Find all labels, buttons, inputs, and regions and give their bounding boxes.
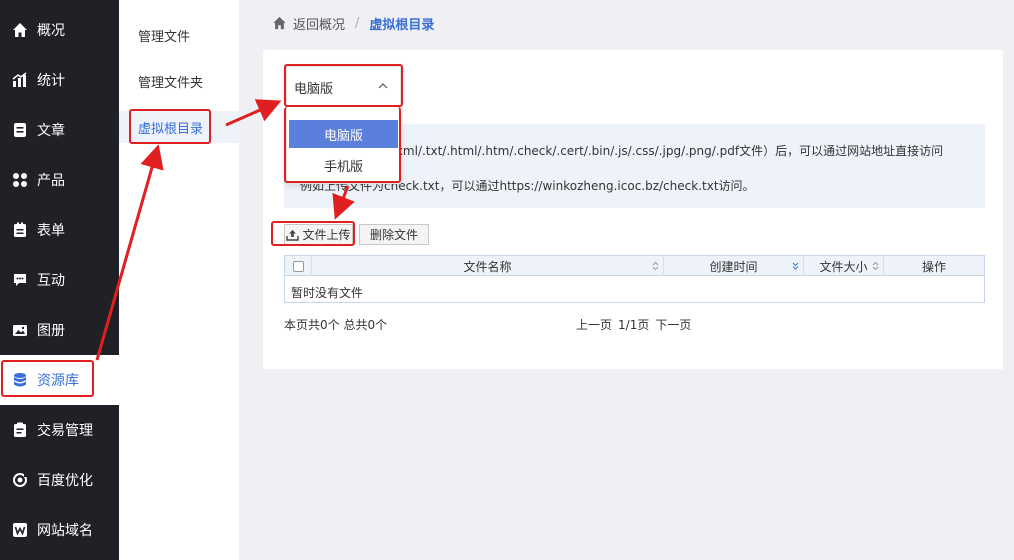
- select-all-checkbox[interactable]: [292, 260, 304, 272]
- nav-item-resources[interactable]: 资源库: [0, 355, 119, 405]
- select-all-cell: [285, 256, 312, 276]
- version-select-value: 电脑版: [294, 81, 334, 97]
- sort-icon: [872, 261, 879, 271]
- nav-label: 互动: [37, 273, 65, 289]
- main-sidebar: 概况 统计 文章 产品 表单 互动 图册 资源库 交易管理 百度优化 网站域名: [0, 0, 119, 560]
- sort-desc-icon: [792, 262, 799, 270]
- column-label: 创建时间: [709, 259, 758, 274]
- delete-file-button[interactable]: 删除文件: [359, 224, 429, 245]
- column-header-size[interactable]: 文件大小: [804, 256, 884, 276]
- option-mobile[interactable]: 手机版: [289, 151, 398, 179]
- column-label: 文件名称: [463, 259, 512, 274]
- seo-icon: [12, 472, 28, 488]
- pager: 上一页 1/1页 下一页: [576, 316, 691, 333]
- nav-item-forms[interactable]: 表单: [0, 205, 119, 255]
- stats-icon: [12, 72, 28, 88]
- nav-item-stats[interactable]: 统计: [0, 55, 119, 105]
- breadcrumb-separator: /: [355, 15, 360, 31]
- nav-label: 网站域名: [37, 523, 93, 539]
- nav-item-domain[interactable]: 网站域名: [0, 505, 119, 555]
- nav-label: 表单: [37, 223, 65, 239]
- prev-page-link[interactable]: 上一页: [576, 316, 612, 333]
- column-header-filename[interactable]: 文件名称: [312, 256, 664, 276]
- column-label: 操作: [921, 259, 946, 274]
- nav-item-products[interactable]: 产品: [0, 155, 119, 205]
- home-icon: [12, 22, 28, 38]
- nav-item-articles[interactable]: 文章: [0, 105, 119, 155]
- home-icon: [273, 16, 286, 30]
- version-select[interactable]: 电脑版: [287, 67, 400, 107]
- page-title: 虚拟根目录: [369, 17, 435, 33]
- nav-item-trade[interactable]: 交易管理: [0, 405, 119, 455]
- nav-item-seo[interactable]: 百度优化: [0, 455, 119, 505]
- sort-icon: [652, 261, 659, 271]
- chat-icon: [12, 272, 28, 288]
- empty-table-message: 暂时没有文件: [291, 286, 364, 300]
- column-header-created[interactable]: 创建时间: [664, 256, 804, 276]
- album-icon: [12, 322, 28, 338]
- nav-label: 交易管理: [37, 423, 93, 439]
- file-table: 文件名称 创建时间 文件大小 操作 暂时没有文件: [284, 255, 985, 303]
- column-label: 文件大小: [819, 259, 868, 274]
- page-indicator: 1/1页: [618, 318, 650, 332]
- domain-icon: [12, 522, 28, 538]
- nav-label: 文章: [37, 123, 65, 139]
- upload-file-label: 文件上传: [302, 228, 351, 242]
- upload-file-button[interactable]: 文件上传: [284, 224, 353, 245]
- table-header: 文件名称 创建时间 文件大小 操作: [285, 256, 984, 276]
- grid-icon: [12, 172, 28, 188]
- column-header-actions: 操作: [884, 256, 984, 276]
- nav-label: 百度优化: [37, 473, 93, 489]
- subnav-item-virtual-root[interactable]: 虚拟根目录: [119, 111, 239, 143]
- nav-label: 产品: [37, 173, 65, 189]
- nav-item-interaction[interactable]: 互动: [0, 255, 119, 305]
- article-icon: [12, 122, 28, 138]
- version-dropdown[interactable]: 电脑版 电脑版 手机版: [286, 66, 401, 184]
- upload-icon: [286, 229, 300, 241]
- subnav-item-manage-folders[interactable]: 管理文件夹: [119, 65, 239, 97]
- nav-label: 资源库: [37, 373, 79, 389]
- breadcrumb: 返回概况 / 虚拟根目录: [272, 13, 434, 33]
- nav-label: 统计: [37, 73, 65, 89]
- nav-label: 图册: [37, 323, 65, 339]
- trade-icon: [12, 422, 28, 438]
- nav-label: 概况: [37, 23, 65, 39]
- database-icon: [12, 372, 28, 388]
- subnav-item-manage-files[interactable]: 管理文件: [119, 19, 239, 51]
- pager-summary: 本页共0个 总共0个: [284, 318, 388, 332]
- chevron-up-icon: [378, 83, 388, 89]
- option-desktop[interactable]: 电脑版: [289, 120, 398, 148]
- nav-item-overview[interactable]: 概况: [0, 5, 119, 55]
- back-to-overview-link[interactable]: 返回概况: [293, 14, 345, 33]
- info-line-1: 支持.xml/.txt/.html/.htm/.check/.cert/.bin…: [368, 144, 944, 158]
- nav-item-album[interactable]: 图册: [0, 305, 119, 355]
- next-page-link[interactable]: 下一页: [655, 316, 691, 333]
- sub-sidebar: 管理文件 管理文件夹 虚拟根目录: [119, 0, 239, 560]
- form-icon: [12, 222, 28, 238]
